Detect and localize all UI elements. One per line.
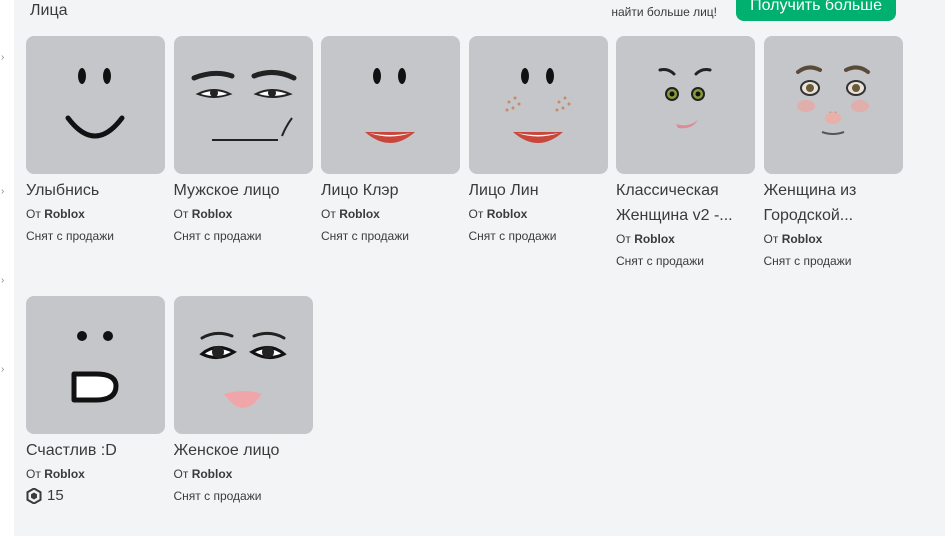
item-status: Снят с продажи <box>468 229 557 243</box>
item-status: Снят с продажи <box>763 254 852 268</box>
creator-link[interactable]: Roblox <box>782 232 823 246</box>
item-thumbnail[interactable] <box>26 36 165 174</box>
section-title: Лица <box>30 2 68 19</box>
creator-prefix: От <box>26 467 41 481</box>
price-value: 15 <box>47 487 64 504</box>
city-woman-face-icon <box>795 65 870 135</box>
item-thumbnail[interactable] <box>173 36 313 174</box>
item-creator: От Roblox <box>321 203 460 225</box>
creator-prefix: От <box>173 207 189 221</box>
item-name[interactable]: Счастлив :D <box>26 438 165 463</box>
item-card[interactable]: Лицо Лин От Roblox Снят с продажи <box>468 36 608 272</box>
left-nav-strip: › › › › <box>0 0 14 536</box>
item-creator: От Roblox <box>174 203 313 225</box>
item-creator: От Roblox <box>174 463 313 485</box>
robux-icon <box>26 488 42 504</box>
item-status: Снят с продажи <box>616 254 704 268</box>
item-name[interactable]: Улыбнись <box>26 178 165 203</box>
find-more-text: найти больше лиц! <box>611 5 717 19</box>
item-name[interactable]: Классическая Женщина v2 -... <box>616 178 755 228</box>
creator-link[interactable]: Roblox <box>339 207 380 221</box>
item-creator: От Roblox <box>764 228 903 250</box>
creator-prefix: От <box>616 232 631 246</box>
woman-face-icon <box>198 331 287 408</box>
creator-prefix: От <box>26 207 41 221</box>
item-card[interactable]: Классическая Женщина v2 -... От Roblox С… <box>616 36 755 272</box>
item-name[interactable]: Лицо Лин <box>469 178 608 203</box>
chevron-right-icon[interactable]: › <box>1 364 4 375</box>
claire-face-icon <box>365 68 415 143</box>
item-price: 15 <box>26 485 165 507</box>
item-status: Снят с продажи <box>26 229 114 243</box>
item-name[interactable]: Женское лицо <box>174 438 313 463</box>
item-card[interactable]: Лицо Клэр От Roblox Снят с продажи <box>321 36 460 272</box>
item-thumbnail[interactable] <box>616 36 755 174</box>
creator-prefix: От <box>468 207 484 221</box>
chevron-right-icon[interactable]: › <box>1 52 4 63</box>
happy-d-face-icon <box>71 331 119 403</box>
smile-face-icon <box>65 68 125 139</box>
item-thumbnail[interactable] <box>468 36 608 174</box>
item-creator: От Roblox <box>26 203 165 225</box>
item-card[interactable]: Женщина из Городской... От Roblox Снят с… <box>763 36 903 272</box>
item-status: Снят с продажи <box>173 229 262 243</box>
lin-face-icon <box>505 68 570 143</box>
creator-link[interactable]: Roblox <box>192 207 233 221</box>
item-name[interactable]: Женщина из Городской... <box>764 178 903 228</box>
item-name[interactable]: Лицо Клэр <box>321 178 460 203</box>
item-card[interactable]: Женское лицо От Roblox Снят с продажи <box>173 296 313 507</box>
creator-prefix: От <box>173 467 189 481</box>
item-grid: Улыбнись От Roblox Снят с продажи Мужско… <box>26 36 903 507</box>
creator-link[interactable]: Roblox <box>44 467 85 481</box>
item-creator: От Roblox <box>616 228 755 250</box>
item-card[interactable]: Мужское лицо От Roblox Снят с продажи <box>173 36 313 272</box>
item-creator: От Roblox <box>469 203 608 225</box>
item-thumbnail[interactable] <box>173 296 313 434</box>
item-status: Снят с продажи <box>321 229 409 243</box>
item-creator: От Roblox <box>26 463 165 485</box>
creator-prefix: От <box>321 207 336 221</box>
item-thumbnail[interactable] <box>321 36 460 174</box>
item-thumbnail[interactable] <box>26 296 165 434</box>
chevron-right-icon[interactable]: › <box>1 186 4 197</box>
item-card[interactable]: Улыбнись От Roblox Снят с продажи <box>26 36 165 272</box>
classic-woman-face-icon <box>658 68 712 129</box>
creator-prefix: От <box>763 232 779 246</box>
creator-link[interactable]: Roblox <box>44 207 85 221</box>
creator-link[interactable]: Roblox <box>634 232 675 246</box>
item-status: Снят с продажи <box>173 489 262 503</box>
chevron-right-icon[interactable]: › <box>1 275 4 286</box>
creator-link[interactable]: Roblox <box>487 207 528 221</box>
item-card[interactable]: Счастлив :D От Roblox 15 <box>26 296 165 507</box>
item-name[interactable]: Мужское лицо <box>174 178 313 203</box>
catalog-main: Лица найти больше лиц! Получить больше У… <box>14 0 945 536</box>
creator-link[interactable]: Roblox <box>192 467 233 481</box>
man-face-icon <box>191 70 296 141</box>
get-more-button[interactable]: Получить больше <box>736 0 896 21</box>
item-thumbnail[interactable] <box>763 36 903 174</box>
